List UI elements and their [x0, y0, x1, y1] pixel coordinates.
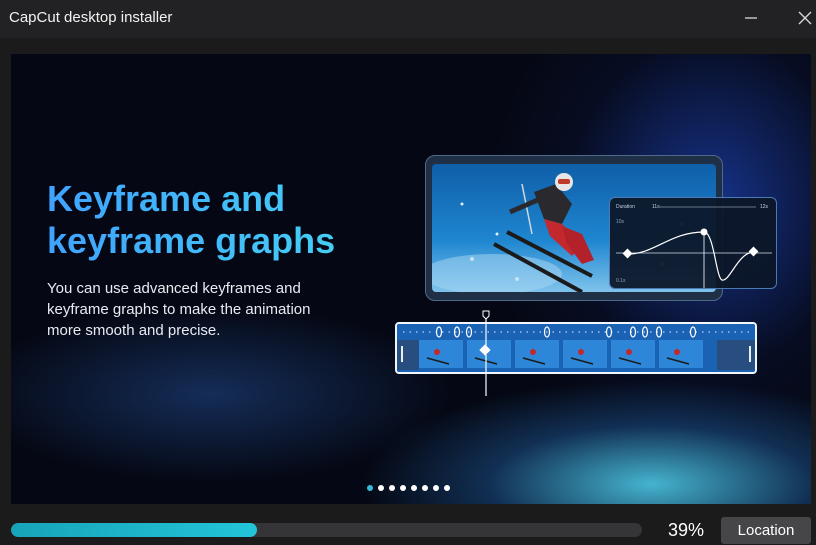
timeline-frames	[397, 324, 755, 372]
carousel-dot[interactable]	[378, 485, 384, 491]
feature-headline: Keyframe and keyframe graphs	[47, 178, 407, 262]
carousel-dot[interactable]	[389, 485, 395, 491]
headline-line-1: Keyframe and	[47, 178, 286, 219]
close-icon	[798, 11, 812, 25]
install-progress-fill	[11, 523, 258, 537]
playhead	[482, 310, 490, 396]
keyframe-graph-card: Duration 11s 12s 10s 0.1s	[609, 197, 777, 289]
keyframe-curve	[616, 206, 772, 288]
install-progress-bar	[11, 523, 642, 537]
minimize-button[interactable]	[741, 8, 761, 28]
carousel-dot[interactable]	[411, 485, 417, 491]
window-title: CapCut desktop installer	[9, 9, 173, 26]
carousel-dots	[367, 485, 457, 493]
keyframe-timeline	[395, 322, 757, 374]
title-bar: CapCut desktop installer	[0, 0, 816, 38]
close-button[interactable]	[795, 8, 815, 28]
feature-description: You can use advanced keyframes and keyfr…	[47, 280, 311, 339]
minimize-icon	[745, 17, 757, 19]
install-progress-percent: 39%	[668, 520, 705, 540]
carousel-dot[interactable]	[433, 485, 439, 491]
headline-line-2: keyframe graphs	[47, 220, 336, 261]
location-button[interactable]: Location	[721, 517, 811, 544]
carousel-dot[interactable]	[422, 485, 428, 491]
carousel-dot[interactable]	[400, 485, 406, 491]
carousel-dot[interactable]	[367, 485, 373, 491]
carousel-dot[interactable]	[444, 485, 450, 491]
feature-banner: Keyframe and keyframe graphs You can use…	[11, 54, 811, 504]
